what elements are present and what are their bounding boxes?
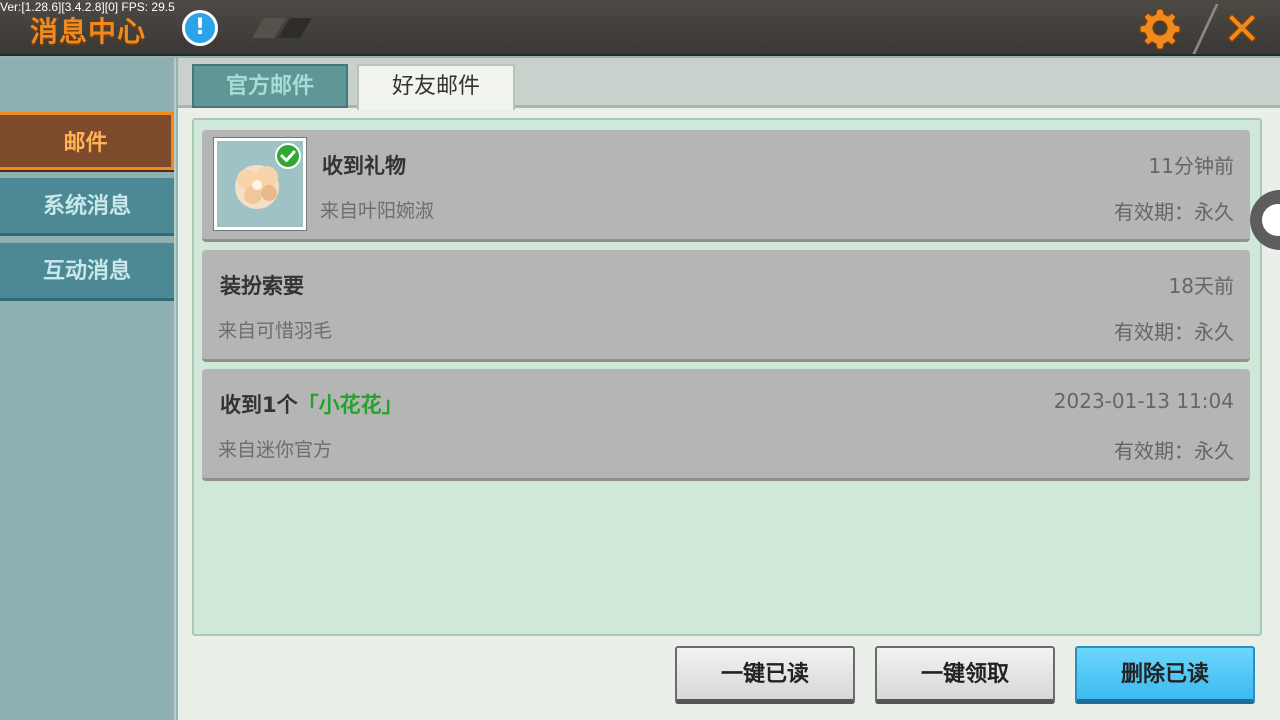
mail-sender: 来自可惜羽毛: [218, 320, 333, 342]
top-bar: 消息中心 !: [0, 0, 1280, 56]
gear-icon[interactable]: [1138, 6, 1182, 50]
mail-sender: 来自叶阳婉淑: [320, 200, 435, 222]
gift-thumbnail: [214, 138, 306, 230]
mail-sender: 来自迷你官方: [218, 439, 333, 461]
mail-subject: 收到1个「小花花」: [220, 389, 403, 419]
drag-handle-center: [1262, 204, 1280, 236]
info-icon[interactable]: !: [182, 10, 218, 46]
claim-all-button[interactable]: 一键领取: [875, 646, 1055, 704]
mail-subject-prefix: 收到1个: [220, 393, 298, 417]
mail-subject: 装扮索要: [220, 274, 304, 298]
tab-friend-mail[interactable]: 好友邮件: [357, 64, 515, 110]
sidebar-item-system-messages[interactable]: 系统消息: [0, 178, 174, 236]
mail-subject-item: 「小花花」: [297, 393, 403, 417]
mail-time: 2023-01-13 11:04: [1053, 389, 1234, 413]
page-title: 消息中心: [30, 15, 147, 48]
debug-overlay: Ver:[1.28.6][3.4.2.8][0] FPS: 29.5: [0, 0, 175, 14]
mail-item[interactable]: 收到礼物 来自叶阳婉淑 11分钟前 有效期：永久: [202, 130, 1250, 242]
tab-official-mail[interactable]: 官方邮件: [192, 64, 348, 108]
mail-item[interactable]: 装扮索要 来自可惜羽毛 18天前 有效期：永久: [202, 250, 1250, 362]
mail-subject: 收到礼物: [322, 154, 406, 178]
mail-item[interactable]: 收到1个「小花花」 来自迷你官方 2023-01-13 11:04 有效期：永久: [202, 369, 1250, 481]
header-divider: [1192, 4, 1219, 54]
sidebar-item-interaction-messages[interactable]: 互动消息: [0, 243, 174, 301]
mail-expiry: 有效期：永久: [1114, 439, 1234, 463]
sidebar-item-mail[interactable]: 邮件: [0, 112, 174, 170]
close-icon[interactable]: [1222, 8, 1262, 48]
mark-all-read-button[interactable]: 一键已读: [675, 646, 855, 704]
mail-expiry: 有效期：永久: [1114, 320, 1234, 344]
check-icon: [275, 143, 301, 169]
delete-read-button[interactable]: 删除已读: [1075, 646, 1255, 704]
mail-expiry: 有效期：永久: [1114, 200, 1234, 224]
mail-time: 18天前: [1168, 274, 1234, 298]
mail-time: 11分钟前: [1148, 154, 1234, 178]
